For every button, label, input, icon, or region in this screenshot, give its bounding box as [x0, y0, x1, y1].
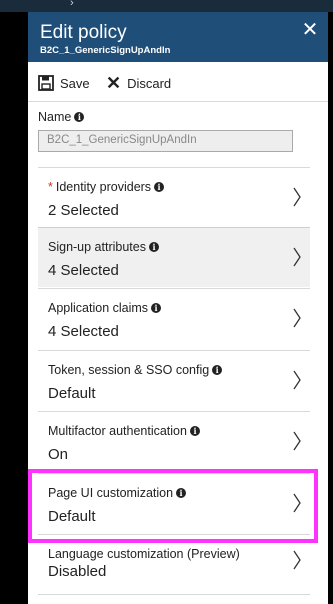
- setting-row-language-customization[interactable]: Language customization (Preview) Disable…: [38, 534, 310, 594]
- setting-value: Disabled: [48, 563, 107, 580]
- close-icon[interactable]: ✕: [300, 20, 320, 40]
- save-label: Save: [60, 75, 90, 91]
- setting-label: Page UI customization i: [48, 486, 187, 500]
- chevron-right-icon: [293, 187, 301, 207]
- info-icon[interactable]: i: [176, 488, 187, 498]
- row-divider: [38, 594, 310, 604]
- setting-row-page-ui-customization[interactable]: Page UI customization i Default: [38, 473, 310, 533]
- info-icon[interactable]: i: [74, 112, 85, 122]
- blade-subtitle: B2C_1_GenericSignUpAndIn: [40, 45, 171, 56]
- setting-row-application-claims[interactable]: Application claims i 4 Selected: [38, 288, 310, 348]
- save-button[interactable]: Save: [38, 73, 90, 93]
- setting-row-token-session-sso[interactable]: Token, session & SSO config i Default: [38, 350, 310, 410]
- chevron-right-icon: [293, 493, 301, 513]
- setting-value: 2 Selected: [48, 202, 119, 219]
- info-icon[interactable]: i: [189, 426, 200, 436]
- blade-header: Edit policy B2C_1_GenericSignUpAndIn ✕: [28, 12, 328, 62]
- setting-value: Default: [48, 385, 96, 402]
- blade-title: Edit policy: [40, 22, 127, 43]
- info-icon[interactable]: i: [212, 365, 223, 375]
- chevron-right-icon: [293, 247, 301, 267]
- setting-label: * Identity providers i: [48, 180, 165, 194]
- setting-row-signup-attributes[interactable]: Sign-up attributes i 4 Selected: [38, 227, 310, 287]
- info-icon[interactable]: i: [148, 242, 159, 252]
- setting-label: Application claims i: [48, 301, 162, 315]
- setting-value: Default: [48, 508, 96, 525]
- chevron-right-icon: [293, 370, 301, 390]
- setting-value: 4 Selected: [48, 262, 119, 279]
- setting-label: Language customization (Preview): [48, 547, 240, 561]
- discard-button[interactable]: ✕ Discard: [106, 73, 171, 93]
- floppy-disk-icon: [38, 75, 54, 91]
- info-icon[interactable]: i: [151, 303, 162, 313]
- x-icon: ✕: [106, 73, 122, 93]
- setting-row-multifactor-authentication[interactable]: Multifactor authentication i On: [38, 411, 310, 471]
- setting-value: On: [48, 446, 69, 463]
- name-field-group: Name i B2C_1_GenericSignUpAndIn: [38, 110, 308, 152]
- required-indicator: *: [48, 180, 53, 194]
- setting-label: Token, session & SSO config i: [48, 363, 223, 377]
- setting-label: Sign-up attributes i: [48, 240, 159, 254]
- setting-label: Multifactor authentication i: [48, 424, 200, 438]
- discard-label: Discard: [127, 75, 172, 91]
- setting-row-identity-providers[interactable]: * Identity providers i 2 Selected: [38, 167, 310, 227]
- info-icon[interactable]: i: [154, 182, 165, 192]
- chevron-right-icon: [293, 308, 301, 328]
- chevron-right-icon: [293, 550, 301, 570]
- chevron-right-icon: ›: [70, 0, 74, 9]
- name-input[interactable]: B2C_1_GenericSignUpAndIn: [38, 130, 293, 152]
- name-label: Name i: [38, 110, 308, 124]
- chevron-right-icon: [293, 431, 301, 451]
- background-blade-strip: ›: [0, 0, 333, 12]
- edit-policy-blade: Edit policy B2C_1_GenericSignUpAndIn ✕ S…: [28, 12, 328, 604]
- setting-value: 4 Selected: [48, 323, 119, 340]
- command-bar: Save ✕ Discard: [28, 62, 328, 102]
